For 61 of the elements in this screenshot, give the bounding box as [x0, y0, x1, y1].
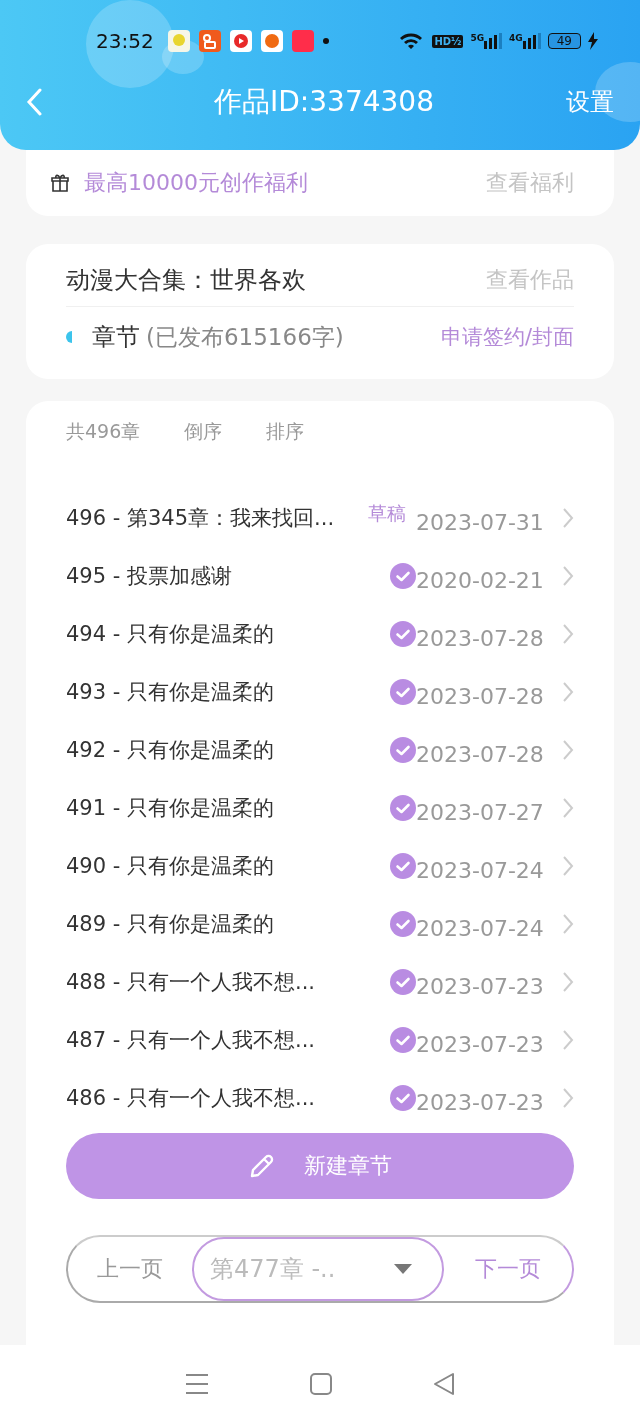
chevron-right-icon — [562, 507, 574, 529]
chevron-right-icon — [562, 913, 574, 935]
chapter-title[interactable]: 486 - 只有一个人我不想... — [66, 1084, 358, 1112]
home-icon[interactable] — [310, 1373, 332, 1395]
network-label: 4G — [509, 33, 523, 43]
chapter-title[interactable]: 493 - 只有你是温柔的 — [66, 678, 358, 706]
chapter-total: 共496章 — [66, 419, 141, 444]
signal-icon — [522, 33, 541, 49]
signal-icon — [484, 33, 503, 49]
app-icon — [198, 30, 221, 52]
chapter-title[interactable]: 494 - 只有你是温柔的 — [66, 620, 358, 648]
chevron-right-icon — [562, 797, 574, 819]
dot-icon — [322, 38, 329, 44]
benefit-text: 最高10000元创作福利 — [84, 169, 308, 197]
chapter-title[interactable]: 490 - 只有你是温柔的 — [66, 852, 358, 880]
gift-icon — [50, 173, 70, 193]
pencil-icon — [248, 1152, 276, 1180]
chapter-title[interactable]: 488 - 只有一个人我不想... — [66, 968, 358, 996]
chevron-right-icon — [562, 855, 574, 877]
chevron-right-icon — [562, 971, 574, 993]
chapter-date: 2023-07-23 — [416, 1089, 545, 1115]
section-label: 章节 — [92, 322, 140, 353]
charging-icon — [588, 32, 598, 50]
app-icon — [167, 30, 190, 52]
work-title: 动漫大合集：世界各欢 — [66, 265, 306, 296]
chapter-date: 2023-07-23 — [416, 973, 545, 999]
chevron-right-icon — [562, 1087, 574, 1109]
chapter-title[interactable]: 491 - 只有你是温柔的 — [66, 794, 358, 822]
chapter-date: 2023-07-24 — [416, 915, 545, 941]
chevron-right-icon — [562, 681, 574, 703]
app-icon — [229, 30, 252, 52]
battery-indicator: 49 — [547, 33, 581, 49]
status-time: 23:52 — [96, 29, 154, 53]
chevron-right-icon — [562, 623, 574, 645]
chapter-date: 2023-07-28 — [416, 683, 545, 709]
hd-badge: HD½ — [432, 34, 464, 48]
chevron-right-icon — [562, 1029, 574, 1051]
chapter-date: 2023-07-24 — [416, 857, 545, 883]
app-icon — [260, 30, 283, 52]
draft-label: 草稿 — [368, 501, 406, 526]
network-label: 5G — [470, 33, 485, 43]
page-title: 作品ID:3374308 — [213, 84, 434, 120]
chapter-title[interactable]: 492 - 只有你是温柔的 — [66, 736, 358, 764]
chevron-right-icon — [562, 739, 574, 761]
back-icon[interactable] — [26, 88, 42, 116]
chapter-title[interactable]: 487 - 只有一个人我不想... — [66, 1026, 358, 1054]
chapter-date: 2020-02-21 — [416, 567, 545, 593]
menu-icon[interactable] — [184, 1373, 209, 1395]
word-count: (已发布615166字) — [146, 322, 344, 352]
chapter-title[interactable]: 489 - 只有你是温柔的 — [66, 910, 358, 938]
chevron-right-icon — [562, 565, 574, 587]
chapter-title[interactable]: 496 - 第345章：我来找回... — [66, 504, 358, 532]
chapter-date: 2023-07-23 — [416, 1031, 545, 1057]
chapter-title[interactable]: 495 - 投票加感谢 — [66, 562, 358, 590]
app-icon — [291, 30, 314, 52]
chapter-date: 2023-07-28 — [416, 625, 545, 651]
dropdown-icon — [394, 1264, 412, 1274]
chapter-date: 2023-07-31 — [416, 509, 545, 535]
chapter-date: 2023-07-27 — [416, 799, 545, 825]
back-triangle-icon[interactable] — [433, 1372, 456, 1396]
chapter-date: 2023-07-28 — [416, 741, 545, 767]
